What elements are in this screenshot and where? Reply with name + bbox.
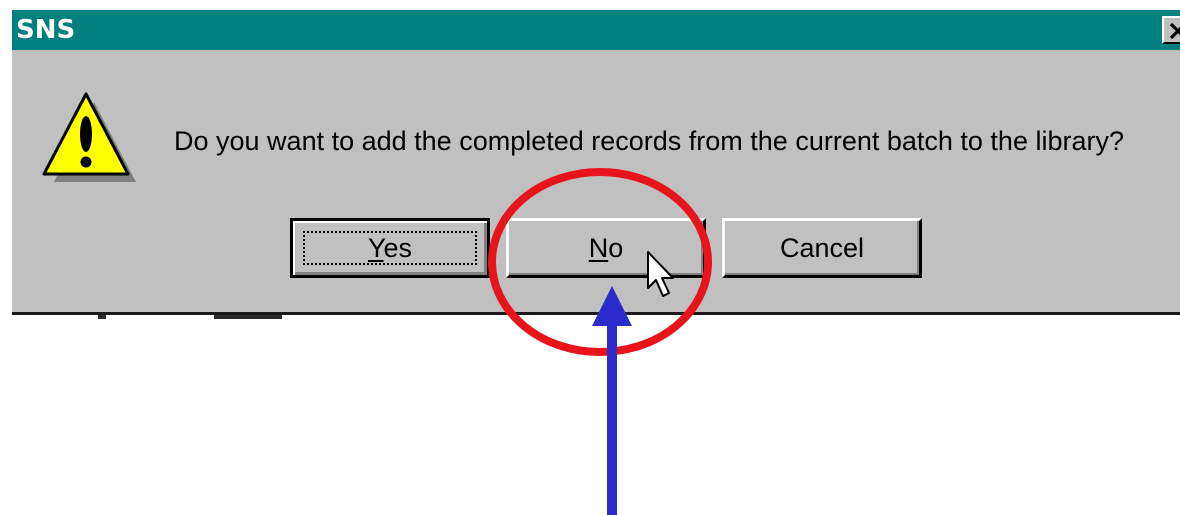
dialog-bottom-border [12, 312, 1180, 315]
no-button-label: No [588, 232, 624, 263]
screenshot-canvas: SNS Do you want to add the completed rec… [0, 0, 1180, 515]
cancel-button[interactable]: Cancel [722, 218, 922, 278]
message-box-dialog: SNS Do you want to add the completed rec… [12, 10, 1180, 312]
close-icon [1169, 22, 1180, 40]
background-fragment [214, 315, 282, 319]
no-button[interactable]: No [506, 218, 706, 278]
background-fragment [98, 315, 106, 319]
yes-button[interactable]: Yes [290, 218, 490, 278]
dialog-title: SNS [16, 15, 76, 45]
yes-button-label: Yes [367, 232, 413, 263]
warning-icon [38, 88, 138, 193]
pointer-arrow [592, 286, 632, 515]
dialog-message: Do you want to add the completed records… [174, 126, 1124, 156]
title-bar: SNS [12, 10, 1180, 50]
cancel-button-label: Cancel [779, 232, 865, 263]
close-button[interactable] [1162, 16, 1180, 44]
